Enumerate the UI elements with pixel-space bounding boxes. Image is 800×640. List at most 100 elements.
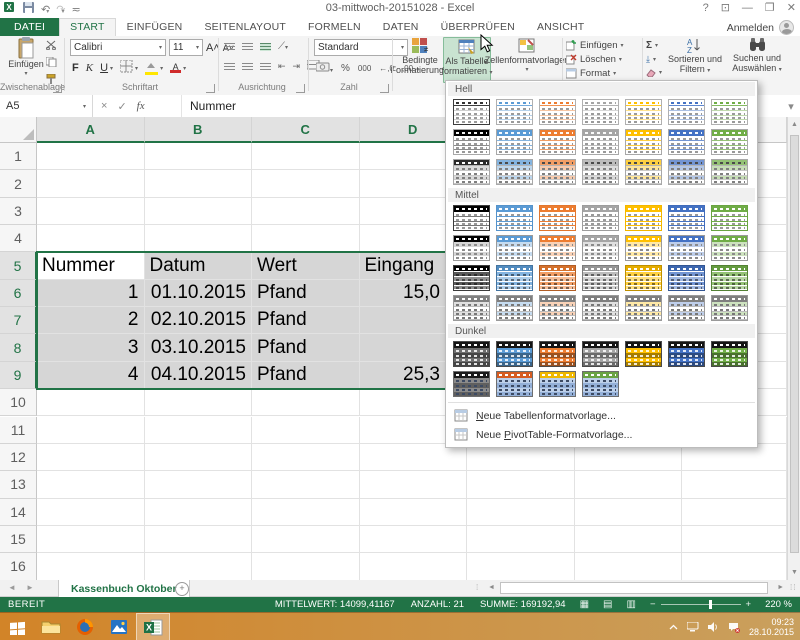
table-style-thumbnail[interactable] <box>539 235 576 261</box>
cell-A15[interactable] <box>37 526 145 553</box>
confirm-entry-button[interactable]: ✓ <box>117 100 126 113</box>
cell-E14[interactable] <box>467 499 575 526</box>
tray-volume-icon[interactable] <box>708 622 719 632</box>
cell-B15[interactable] <box>145 526 253 553</box>
table-style-thumbnail[interactable] <box>625 341 662 367</box>
table-style-thumbnail[interactable] <box>539 295 576 321</box>
cell-D16[interactable] <box>360 553 468 580</box>
new-pivot-style-menu-item[interactable]: Neue PivotTable-Formatvorlage... <box>446 425 757 444</box>
cell-styles-button[interactable]: Zellenformatvorlagen ▾ <box>492 37 562 81</box>
table-style-thumbnail[interactable] <box>668 205 705 231</box>
cell-B10[interactable] <box>145 389 253 416</box>
cell-G15[interactable] <box>682 526 787 553</box>
number-format-select[interactable]: Standard▾ <box>314 39 408 56</box>
table-style-thumbnail[interactable] <box>625 159 662 185</box>
table-style-thumbnail[interactable] <box>668 235 705 261</box>
table-style-thumbnail[interactable] <box>496 99 533 125</box>
row-header-13[interactable]: 13 <box>0 471 37 498</box>
table-style-thumbnail[interactable] <box>453 371 490 397</box>
cell-B8[interactable]: 03.10.2015 <box>145 334 253 361</box>
zoom-slider[interactable]: − + <box>650 599 751 610</box>
cell-C12[interactable] <box>252 444 360 471</box>
table-style-thumbnail[interactable] <box>453 205 490 231</box>
cell-B11[interactable] <box>145 417 253 444</box>
cell-G13[interactable] <box>682 471 787 498</box>
cell-B3[interactable] <box>145 198 253 225</box>
tray-expand-icon[interactable] <box>669 624 678 631</box>
table-style-thumbnail[interactable] <box>668 99 705 125</box>
cell-C3[interactable] <box>252 198 360 225</box>
cell-A6[interactable]: 1 <box>37 280 145 307</box>
row-header-5[interactable]: 5 <box>0 252 37 279</box>
paste-button[interactable]: Einfügen ▾ <box>6 37 46 81</box>
italic-button[interactable]: K <box>86 62 93 74</box>
cell-B9[interactable]: 04.10.2015 <box>145 362 253 389</box>
start-button[interactable] <box>0 613 34 640</box>
table-style-thumbnail[interactable] <box>668 129 705 155</box>
table-style-thumbnail[interactable] <box>496 129 533 155</box>
page-layout-view-button[interactable]: ▤ <box>603 599 612 610</box>
cell-C8[interactable]: Pfand <box>252 334 360 361</box>
table-style-thumbnail[interactable] <box>711 129 748 155</box>
table-style-thumbnail[interactable] <box>496 295 533 321</box>
decrease-indent-button[interactable]: ⇤ <box>278 61 286 72</box>
ribbon-tab-daten[interactable]: DATEN <box>372 18 430 36</box>
table-style-thumbnail[interactable] <box>496 159 533 185</box>
excel-taskbar-button[interactable]: X <box>136 613 170 640</box>
cell-C6[interactable]: Pfand <box>252 280 360 307</box>
cell-C7[interactable]: Pfand <box>252 307 360 334</box>
font-size-select[interactable]: 11▾ <box>169 39 203 56</box>
photos-button[interactable] <box>102 613 136 640</box>
clear-button[interactable]: ▾ <box>646 68 662 77</box>
cell-E13[interactable] <box>467 471 575 498</box>
tab-split-handle-right[interactable]: ⁞⁞ <box>790 583 796 592</box>
zoom-slider-thumb[interactable] <box>709 600 712 609</box>
cell-C16[interactable] <box>252 553 360 580</box>
table-style-thumbnail[interactable] <box>582 295 619 321</box>
row-header-15[interactable]: 15 <box>0 526 37 553</box>
cell-B6[interactable]: 01.10.2015 <box>145 280 253 307</box>
prev-sheet-icon[interactable]: ◄ <box>8 583 16 592</box>
font-dialog-launcher[interactable] <box>206 84 215 93</box>
cell-E15[interactable] <box>467 526 575 553</box>
table-style-thumbnail[interactable] <box>625 235 662 261</box>
copy-button[interactable] <box>46 57 57 70</box>
cell-C4[interactable] <box>252 225 360 252</box>
accounting-format-button[interactable]: ▾ <box>316 61 333 75</box>
cell-G16[interactable] <box>682 553 787 580</box>
scroll-left-icon[interactable]: ◄ <box>488 584 495 591</box>
table-style-thumbnail[interactable] <box>711 295 748 321</box>
cell-A4[interactable] <box>37 225 145 252</box>
table-style-thumbnail[interactable] <box>496 341 533 367</box>
table-style-thumbnail[interactable] <box>453 295 490 321</box>
column-header-A[interactable]: A <box>37 117 145 143</box>
row-header-11[interactable]: 11 <box>0 417 37 444</box>
table-style-thumbnail[interactable] <box>453 341 490 367</box>
fill-color-button[interactable] <box>145 62 158 75</box>
align-right-button[interactable] <box>260 63 271 71</box>
row-header-4[interactable]: 4 <box>0 225 37 252</box>
table-style-thumbnail[interactable] <box>582 235 619 261</box>
cell-A10[interactable] <box>37 389 145 416</box>
cancel-entry-button[interactable]: × <box>101 100 107 112</box>
delete-cells-button[interactable]: Löschen▾ <box>566 54 624 65</box>
table-style-thumbnail[interactable] <box>453 265 490 291</box>
font-color-button[interactable]: A <box>170 63 181 73</box>
cell-F13[interactable] <box>575 471 683 498</box>
table-style-thumbnail[interactable] <box>711 205 748 231</box>
align-left-button[interactable] <box>224 63 235 71</box>
percent-style-button[interactable]: % <box>341 63 350 74</box>
cell-A1[interactable] <box>37 143 145 170</box>
taskbar-clock[interactable]: 09:23 28.10.2015 <box>749 617 794 637</box>
cell-C5[interactable]: Wert <box>252 252 360 279</box>
cell-B12[interactable] <box>145 444 253 471</box>
table-style-thumbnail[interactable] <box>453 235 490 261</box>
help-button[interactable]: ? <box>703 2 709 14</box>
scroll-up-icon[interactable]: ▲ <box>788 118 800 131</box>
zoom-out-icon[interactable]: − <box>650 599 656 610</box>
name-box[interactable]: A5 ▾ <box>0 95 93 117</box>
cell-F15[interactable] <box>575 526 683 553</box>
cell-A5[interactable]: Nummer <box>37 252 145 279</box>
cell-F14[interactable] <box>575 499 683 526</box>
table-style-thumbnail[interactable] <box>539 159 576 185</box>
